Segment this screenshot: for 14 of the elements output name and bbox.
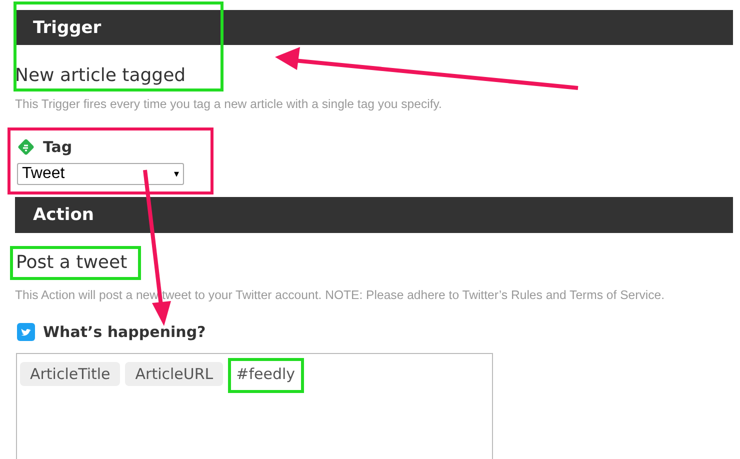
trigger-description: This Trigger fires every time you tag a new article with a single tag you specify. xyxy=(15,98,442,110)
field-label: What’s happening? xyxy=(43,323,206,341)
tag-dropdown[interactable]: Tweet ▾ xyxy=(17,163,184,185)
section-title: Trigger xyxy=(33,18,102,38)
tweet-field[interactable]: ArticleTitle ArticleURL #feedly xyxy=(16,353,493,459)
trigger-name: New article tagged xyxy=(15,64,186,88)
hashtag-text: #feedly xyxy=(228,358,304,393)
section-title: Action xyxy=(33,205,94,225)
action-name: Post a tweet xyxy=(10,246,142,280)
bird-icon xyxy=(17,323,35,341)
ingredient-tag[interactable]: ArticleTitle xyxy=(20,362,120,386)
field-label: Tag xyxy=(43,138,72,156)
ingredient-tag[interactable]: ArticleURL xyxy=(125,362,224,386)
action-description: This Action will post a new tweet to your Twitter account. NOTE: Please adhere to Twitter’s Rules and Terms of Service. xyxy=(15,289,665,301)
